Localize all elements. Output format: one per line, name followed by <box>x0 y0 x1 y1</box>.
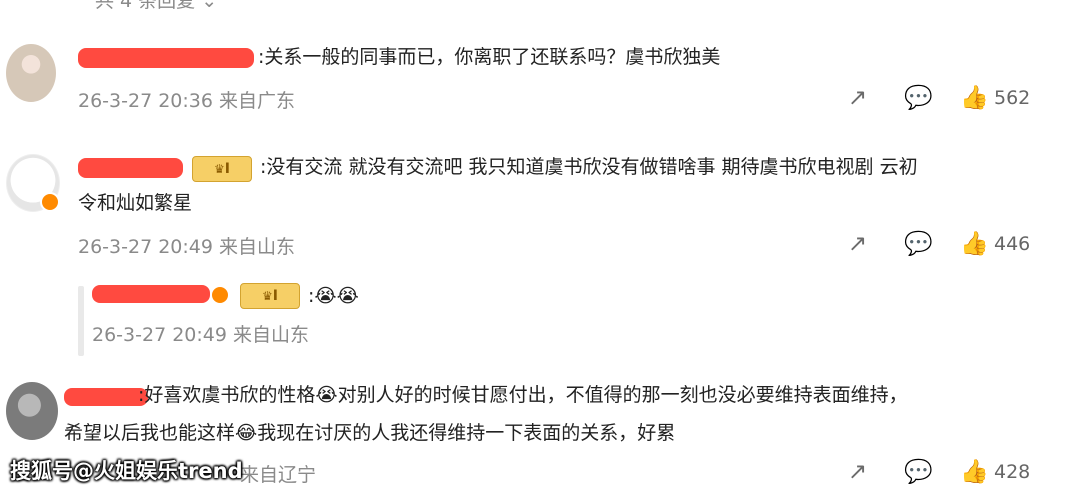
share-icon[interactable]: ↗ <box>848 232 867 256</box>
badge-label: I <box>272 288 278 304</box>
fan-level-badge: ♛ I <box>240 283 300 309</box>
comment-icon[interactable]: 💬 <box>904 86 933 110</box>
comment-text-continued: 希望以后我也能这样😂我现在讨厌的人我还得维持一下表面的关系，好累 <box>64 422 676 444</box>
like-count: 562 <box>994 87 1031 109</box>
reply-thread-bar <box>78 286 84 356</box>
crown-icon: ♛ <box>214 162 225 176</box>
verified-badge-icon <box>40 192 60 212</box>
laughing-emoji-icon: 😂 <box>235 422 258 444</box>
comment-text: :好喜欢虞书欣的性格😭对别人好的时候甘愿付出，不值得的那一刻也没必要维持表面维持… <box>138 384 908 406</box>
verified-badge-icon <box>210 285 230 305</box>
comment-text-continued: 令和灿如繁星 <box>78 192 193 214</box>
comment-icon[interactable]: 💬 <box>904 232 933 256</box>
view-replies-link[interactable]: 共 4 条回复 ⌄ <box>95 0 217 13</box>
like-icon[interactable]: 👍 <box>960 460 989 484</box>
like-count: 446 <box>994 233 1031 255</box>
reply-text: :😭😭 <box>308 285 359 307</box>
watermark: 搜狐号@火姐娱乐trend <box>10 459 243 483</box>
like-icon[interactable]: 👍 <box>960 232 989 256</box>
badge-label: I <box>224 161 230 177</box>
crying-emoji-icon: 😭 <box>315 384 338 406</box>
redacted-username <box>78 48 254 68</box>
avatar[interactable] <box>6 44 56 102</box>
crown-icon: ♛ <box>262 289 273 303</box>
comment-meta: 26-3-27 20:36 来自广东 <box>78 90 295 112</box>
redacted-username <box>92 285 210 303</box>
comment-text: :没有交流 就没有交流吧 我只知道虞书欣没有做错啥事 期待虞书欣电视剧 云初 <box>260 156 918 178</box>
comment-text: :关系一般的同事而已，你离职了还联系吗？虞书欣独美 <box>258 46 721 68</box>
fan-level-badge: ♛ I <box>192 156 252 182</box>
redacted-username <box>78 158 183 178</box>
crying-emoji-icon: 😭 <box>314 285 337 307</box>
share-icon[interactable]: ↗ <box>848 460 867 484</box>
comment-icon[interactable]: 💬 <box>904 460 933 484</box>
comment-meta: 26-3-27 20:49 来自山东 <box>78 236 295 258</box>
like-count: 428 <box>994 461 1031 483</box>
crying-emoji-icon: 😭 <box>336 285 359 307</box>
avatar[interactable] <box>6 382 58 440</box>
comment-meta: 来自辽宁 <box>240 464 317 486</box>
like-icon[interactable]: 👍 <box>960 86 989 110</box>
reply-meta: 26-3-27 20:49 来自山东 <box>92 324 309 346</box>
share-icon[interactable]: ↗ <box>848 86 867 110</box>
redacted-username <box>64 388 148 406</box>
